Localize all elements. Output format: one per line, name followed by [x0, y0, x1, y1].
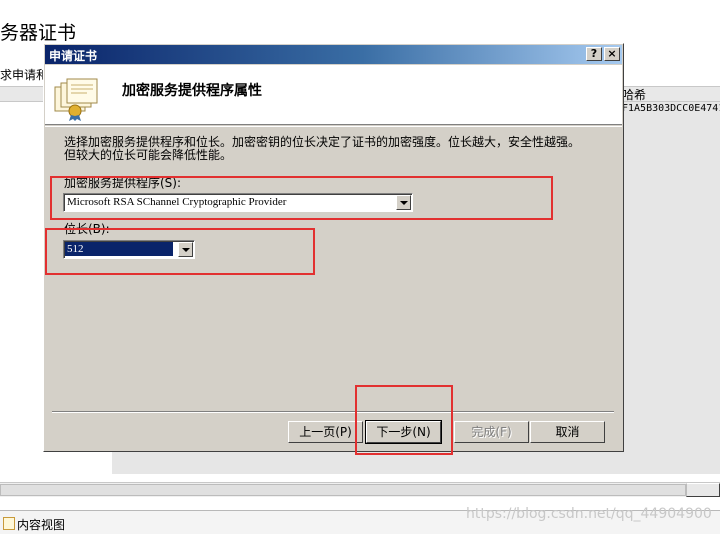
close-button[interactable]: × [604, 47, 620, 61]
scrollbar-right-button[interactable] [686, 483, 720, 497]
wizard-header: 加密服务提供程序属性 [45, 65, 622, 125]
description-text: 选择加密服务提供程序和位长。加密密钥的位长决定了证书的加密强度。位长越大，安全性… [64, 135, 581, 162]
wizard-page-title: 加密服务提供程序属性 [122, 83, 262, 99]
horizontal-scrollbar[interactable] [0, 482, 720, 497]
help-button[interactable]: ? [586, 47, 602, 61]
background-page-title: 务器证书 [0, 22, 77, 44]
column-header-hash[interactable]: 哈希 [622, 86, 646, 103]
background-subtext: 求申请和 [0, 68, 49, 82]
content-view-icon [3, 517, 15, 530]
annotation-box-bit-length [45, 228, 315, 275]
header-separator [45, 126, 622, 127]
cancel-button[interactable]: 取消 [530, 421, 605, 443]
scrollbar-thumb[interactable] [0, 484, 686, 496]
annotation-box-next [355, 385, 453, 455]
button-divider [52, 411, 614, 413]
finish-button: 完成(F) [454, 421, 529, 443]
dialog-title: 申请证书 [49, 49, 98, 63]
back-button[interactable]: 上一页(P) [288, 421, 363, 443]
certificate-icon [54, 78, 98, 121]
content-view-tab[interactable]: 内容视图 [17, 516, 65, 533]
dialog-title-bar[interactable]: 申请证书 ? × [45, 45, 622, 64]
watermark: https://blog.csdn.net/qq_44904900 [466, 506, 712, 522]
hash-cell[interactable]: F1A5B303DCC0E4741 [622, 103, 720, 114]
annotation-box-csp [50, 176, 553, 220]
